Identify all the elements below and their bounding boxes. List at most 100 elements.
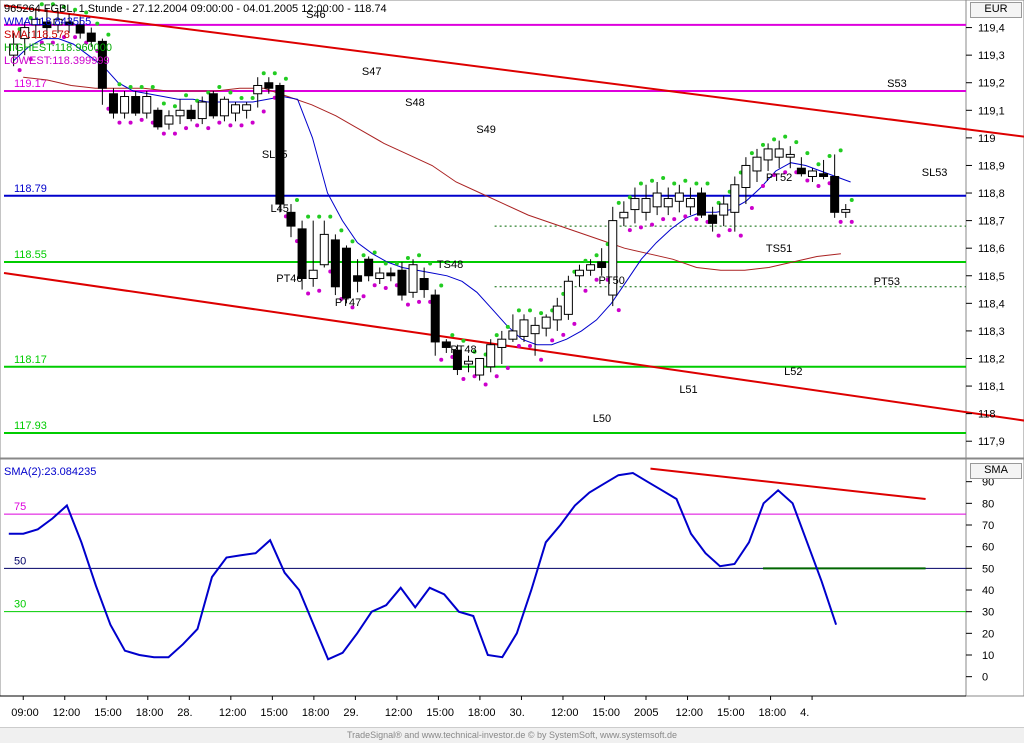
y-tick-label: 118: [978, 409, 996, 421]
candle: [275, 84, 285, 205]
highest-dot: [505, 324, 510, 329]
candle: [475, 357, 485, 376]
highest-dot: [527, 308, 532, 313]
candle: [785, 153, 795, 158]
candle: [297, 228, 307, 280]
highest-dot: [694, 181, 699, 186]
lowest-dot: [306, 291, 311, 296]
highest-dot: [317, 214, 322, 219]
level-label: 117.93: [14, 420, 47, 432]
highest-dot: [228, 90, 233, 95]
signal-label: PT46: [276, 273, 302, 285]
signal-label: L45: [270, 203, 288, 215]
lowest-dot: [405, 302, 410, 307]
lowest-dot: [128, 120, 133, 125]
y-tick-label: 118,8: [978, 188, 1005, 200]
highest-dot: [650, 178, 655, 183]
x-tick-label: 12:00: [676, 707, 704, 719]
osc-y-tick-label: 20: [982, 628, 994, 640]
candle: [807, 170, 817, 177]
osc-y-tick-label: 30: [982, 607, 994, 619]
trading-chart: 119.17118.79118.55118.17117.93S46S47S48S…: [0, 0, 1024, 719]
lowest-dot: [261, 109, 266, 114]
highest-dot: [461, 338, 466, 343]
highest-dot: [272, 71, 277, 76]
candle: [597, 261, 607, 268]
lowest-dot: [250, 120, 255, 125]
candle: [819, 173, 829, 177]
y-tick-label: 119,3: [978, 50, 1005, 62]
highest-dot: [139, 85, 144, 89]
candle: [497, 338, 507, 348]
level-label: 118.79: [14, 183, 47, 195]
highest-dot: [683, 178, 688, 183]
y-tick-label: 118,5: [978, 271, 1005, 283]
highest-dot: [794, 140, 799, 145]
highest-dot: [749, 151, 754, 156]
lowest-dot: [184, 126, 189, 131]
candle: [131, 96, 141, 114]
candle: [519, 319, 529, 337]
y-tick-label: 118,3: [978, 326, 1005, 338]
highest-dot: [760, 142, 765, 147]
candle: [186, 109, 196, 120]
lowest-dot: [516, 343, 521, 348]
x-tick-label: 4.: [800, 707, 809, 719]
lowest-dot: [650, 222, 655, 227]
candle: [264, 82, 274, 89]
highest-dot: [428, 261, 433, 266]
lowest-dot: [672, 217, 677, 222]
highest-dot: [583, 258, 588, 263]
lower-axis-label: SMA: [970, 463, 1022, 479]
candle: [674, 192, 684, 202]
candle: [408, 264, 418, 293]
signal-label: L52: [784, 366, 802, 378]
candle: [641, 198, 651, 213]
y-tick-label: 118,1: [978, 381, 1005, 393]
signal-label: S53: [887, 78, 907, 90]
x-tick-label: 29.: [343, 707, 358, 719]
highest-dot: [361, 253, 366, 258]
currency-label: EUR: [970, 2, 1022, 18]
indicator-highest: HIGHEST:118.960000: [4, 42, 113, 54]
highest-dot: [594, 253, 599, 258]
candle: [763, 148, 773, 161]
candle: [796, 167, 806, 175]
candle: [619, 211, 629, 219]
highest-dot: [350, 239, 355, 244]
highest-dot: [339, 228, 344, 233]
candle: [120, 96, 130, 114]
y-tick-label: 117,9: [978, 436, 1005, 448]
candle: [142, 96, 152, 114]
lowest-dot: [172, 131, 177, 136]
candle: [541, 316, 551, 329]
lowest-dot: [727, 228, 732, 233]
highest-dot: [172, 104, 177, 109]
lowest-dot: [439, 357, 444, 362]
candle: [741, 164, 751, 189]
candle: [730, 184, 740, 213]
x-tick-label: 15:00: [426, 707, 454, 719]
signal-label: S49: [476, 124, 496, 136]
lowest-dot: [838, 219, 843, 224]
candle: [552, 305, 562, 321]
lowest-dot: [239, 123, 244, 128]
highest-dot: [516, 308, 521, 313]
candle: [574, 269, 584, 277]
y-tick-label: 118,2: [978, 353, 1005, 365]
y-tick-label: 119,1: [978, 105, 1005, 117]
lowest-dot: [228, 123, 233, 128]
signal-label: L51: [679, 384, 697, 396]
signal-label: SL53: [922, 167, 948, 179]
lowest-dot: [494, 374, 499, 379]
highest-dot: [705, 181, 710, 186]
lowest-dot: [483, 382, 488, 387]
lower-indicator-label: SMA(2):23.084235: [4, 466, 97, 478]
candle: [86, 32, 96, 42]
lowest-dot: [161, 131, 166, 136]
highest-dot: [849, 198, 854, 203]
highest-dot: [394, 261, 399, 266]
highest-dot: [439, 283, 444, 288]
highest-dot: [239, 96, 244, 101]
lowest-dot: [738, 233, 743, 238]
